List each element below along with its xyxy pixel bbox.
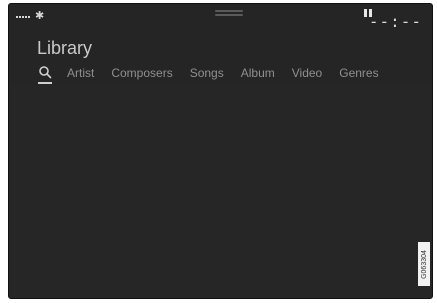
figure-id-text: G063304 (420, 249, 428, 279)
tab-search[interactable] (36, 62, 54, 84)
tab-genres[interactable]: Genres (339, 66, 378, 80)
figure-id-label: G063304 (418, 242, 430, 286)
status-bar: ✱ --:-- (9, 4, 432, 34)
active-tab-indicator (38, 82, 52, 84)
infotainment-screen: ✱ --:-- Library Artist Composers Songs A… (8, 3, 433, 299)
signal-strength-icon (16, 16, 30, 18)
tab-bar: Artist Composers Songs Album Video Genre… (36, 62, 432, 84)
tab-songs[interactable]: Songs (190, 66, 224, 80)
tab-video[interactable]: Video (292, 66, 322, 80)
drag-handle[interactable] (215, 10, 243, 18)
clock: --:-- (368, 12, 422, 31)
tab-composers[interactable]: Composers (111, 66, 172, 80)
library-content-area (9, 86, 432, 298)
search-icon (39, 66, 52, 79)
bluetooth-icon: ✱ (35, 10, 45, 22)
tab-album[interactable]: Album (241, 66, 275, 80)
tab-artist[interactable]: Artist (67, 66, 94, 80)
page-title: Library (37, 38, 93, 58)
